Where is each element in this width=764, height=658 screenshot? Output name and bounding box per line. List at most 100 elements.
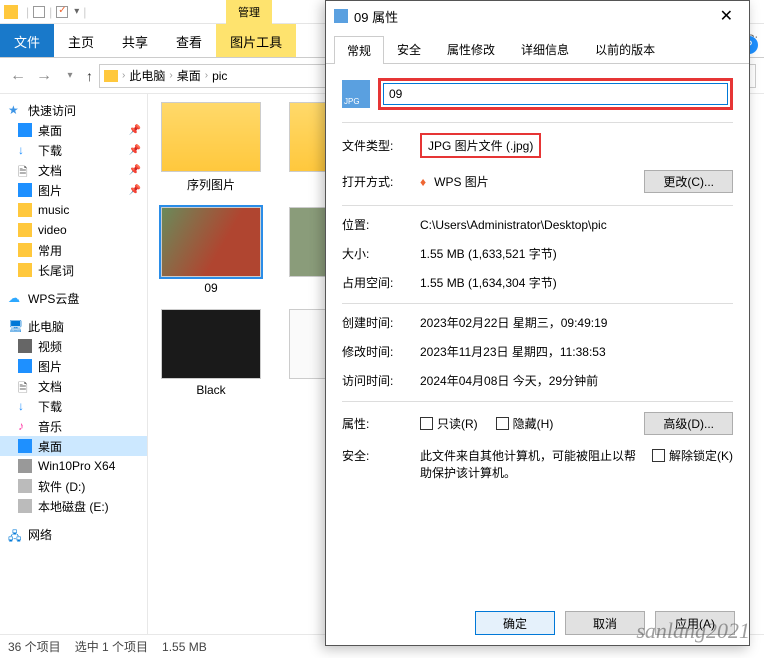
item-09[interactable]: 09: [156, 207, 266, 295]
pin-icon: 📌: [129, 185, 141, 196]
crumb-folder[interactable]: pic: [212, 69, 227, 83]
image-thumb-selected: [161, 207, 261, 277]
tab-security[interactable]: 安全: [384, 35, 434, 63]
ok-button[interactable]: 确定: [475, 611, 555, 635]
sidebar-downloads2[interactable]: ↓下载: [0, 396, 147, 416]
crumb-pc[interactable]: 此电脑: [129, 67, 165, 84]
sidebar-documents[interactable]: 🗎文档📌: [0, 160, 147, 180]
qa-icon[interactable]: [33, 6, 45, 18]
item-seq-folder[interactable]: 序列图片: [156, 102, 266, 193]
value-disk: 1.55 MB (1,634,304 字节): [420, 274, 733, 291]
label-size: 大小:: [342, 245, 412, 262]
sidebar-soft-d[interactable]: 软件 (D:): [0, 476, 147, 496]
dialog-footer: 确定 取消 应用(A): [326, 601, 749, 645]
sidebar-video[interactable]: video: [0, 220, 147, 240]
sidebar-music2[interactable]: ♪音乐: [0, 416, 147, 436]
label-disk: 占用空间:: [342, 274, 412, 291]
item-black[interactable]: Black: [156, 309, 266, 397]
tab-picture-tools[interactable]: 图片工具: [216, 24, 296, 57]
sidebar-longtail[interactable]: 长尾词: [0, 260, 147, 280]
label-open-with: 打开方式:: [342, 173, 412, 190]
sidebar-quick-access[interactable]: ★快速访问: [0, 100, 147, 120]
label-created: 创建时间:: [342, 314, 412, 331]
dialog-title-text: 09 属性: [354, 7, 398, 26]
cancel-button[interactable]: 取消: [565, 611, 645, 635]
download-icon: ↓: [18, 399, 32, 413]
document-icon: 🗎: [18, 163, 32, 177]
status-selected: 选中 1 个项目: [75, 638, 148, 655]
folder-icon: [18, 243, 32, 257]
jpg-icon: [334, 9, 348, 23]
sidebar-documents2[interactable]: 🗎文档: [0, 376, 147, 396]
tab-file[interactable]: 文件: [0, 24, 54, 57]
sidebar-videos[interactable]: 视频: [0, 336, 147, 356]
folder-icon: [104, 70, 118, 82]
value-modified: 2023年11月23日 星期四，11:38:53: [420, 343, 733, 360]
download-icon: ↓: [18, 143, 32, 157]
sidebar-desktop2[interactable]: 桌面: [0, 436, 147, 456]
label-type: 文件类型:: [342, 137, 412, 154]
star-icon: ★: [8, 103, 22, 117]
pin-icon: 📌: [129, 165, 141, 176]
drive-icon: [18, 499, 32, 513]
qa-checked-icon[interactable]: [56, 6, 68, 18]
checkbox-unlock[interactable]: 解除锁定(K): [652, 447, 733, 481]
pin-icon: 📌: [129, 125, 141, 136]
advanced-button[interactable]: 高级(D)...: [644, 412, 733, 435]
sidebar-this-pc[interactable]: 🖥此电脑: [0, 316, 147, 336]
label-modified: 修改时间:: [342, 343, 412, 360]
wps-icon: ♦: [420, 175, 426, 189]
folder-thumb: [161, 102, 261, 172]
sidebar-wps[interactable]: ☁WPS云盘: [0, 288, 147, 308]
sidebar-pictures[interactable]: 图片📌: [0, 180, 147, 200]
sidebar-common[interactable]: 常用: [0, 240, 147, 260]
forward-button[interactable]: →: [34, 67, 54, 85]
picture-icon: [18, 183, 32, 197]
tab-details[interactable]: 详细信息: [508, 35, 582, 63]
tab-share[interactable]: 共享: [108, 24, 162, 57]
tab-general[interactable]: 常规: [334, 36, 384, 64]
sidebar-local-e[interactable]: 本地磁盘 (E:): [0, 496, 147, 516]
label-location: 位置:: [342, 216, 412, 233]
qa-dropdown[interactable]: ▾: [74, 6, 79, 17]
sidebar-downloads[interactable]: ↓下载📌: [0, 140, 147, 160]
sidebar-network[interactable]: 🖧网络: [0, 524, 147, 544]
document-icon: 🗎: [18, 379, 32, 393]
tab-home[interactable]: 主页: [54, 24, 108, 57]
cloud-icon: ☁: [8, 291, 22, 305]
tab-view[interactable]: 查看: [162, 24, 216, 57]
status-count: 36 个项目: [8, 638, 61, 655]
change-button[interactable]: 更改(C)...: [644, 170, 733, 193]
close-button[interactable]: ✕: [712, 4, 741, 28]
history-dropdown[interactable]: ▾: [60, 70, 80, 81]
up-button[interactable]: ↑: [86, 68, 93, 84]
image-thumb: [161, 309, 261, 379]
sidebar: ★快速访问 桌面📌 ↓下载📌 🗎文档📌 图片📌 music video 常用 长…: [0, 94, 148, 634]
tab-attr-mod[interactable]: 属性修改: [434, 35, 508, 63]
filename-input[interactable]: [383, 83, 728, 105]
filename-highlight: [378, 78, 733, 110]
folder-icon: [18, 223, 32, 237]
tab-previous[interactable]: 以前的版本: [582, 35, 668, 63]
dialog-tabs: 常规 安全 属性修改 详细信息 以前的版本: [326, 35, 749, 64]
back-button[interactable]: ←: [8, 67, 28, 85]
pc-icon: 🖥: [8, 319, 22, 333]
sidebar-desktop[interactable]: 桌面📌: [0, 120, 147, 140]
dialog-titlebar[interactable]: 09 属性 ✕: [326, 1, 749, 31]
sidebar-music[interactable]: music: [0, 200, 147, 220]
folder-icon: [18, 203, 32, 217]
sidebar-pictures2[interactable]: 图片: [0, 356, 147, 376]
sidebar-win10[interactable]: Win10Pro X64: [0, 456, 147, 476]
pin-icon: 📌: [129, 145, 141, 156]
checkbox-hidden[interactable]: 隐藏(H): [496, 415, 554, 432]
music-icon: ♪: [18, 419, 32, 433]
jpg-file-icon: JPG: [342, 80, 370, 108]
drive-icon: [18, 459, 32, 473]
checkbox-readonly[interactable]: 只读(R): [420, 415, 478, 432]
crumb-desktop[interactable]: 桌面: [177, 67, 201, 84]
ribbon-context-label: 管理: [226, 0, 272, 24]
folder-icon: [4, 5, 18, 19]
apply-button[interactable]: 应用(A): [655, 611, 735, 635]
video-icon: [18, 339, 32, 353]
label-attributes: 属性:: [342, 415, 412, 432]
